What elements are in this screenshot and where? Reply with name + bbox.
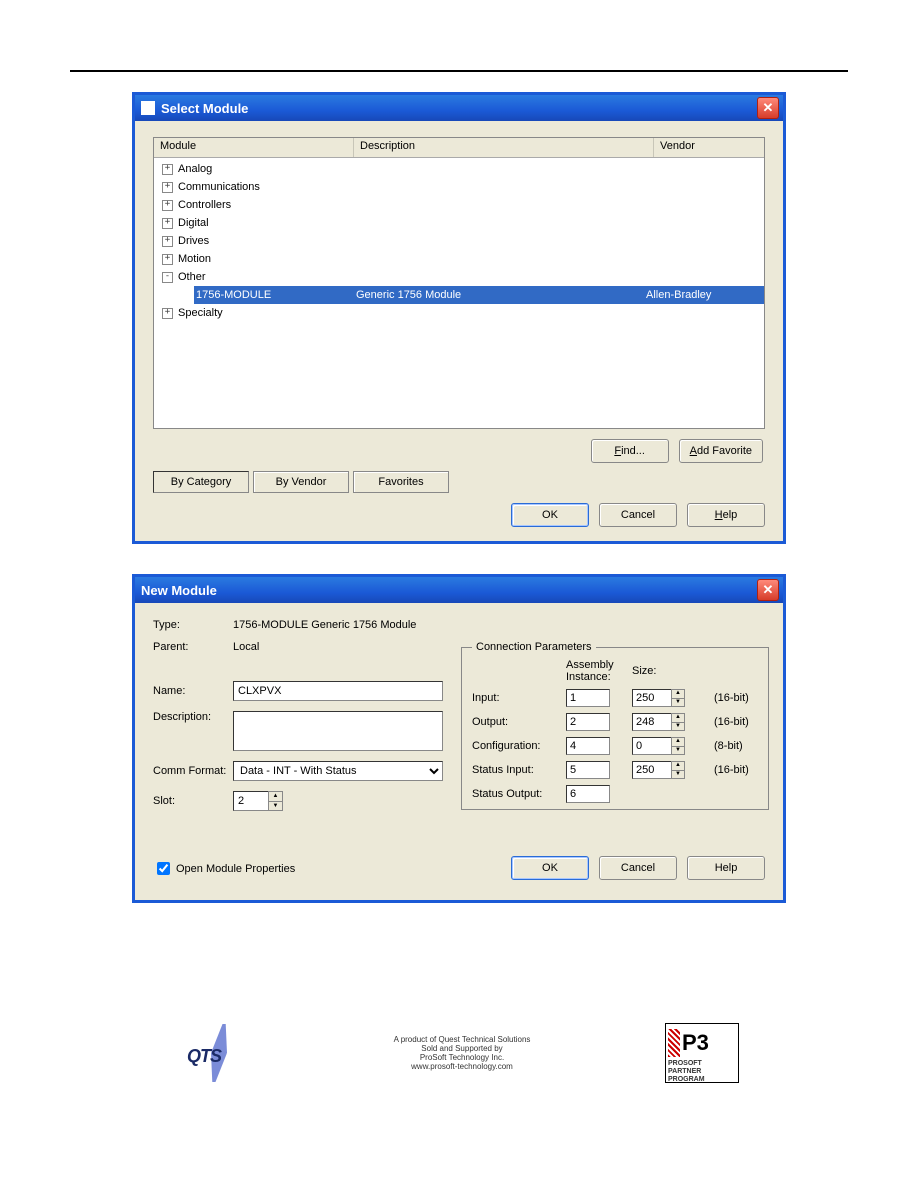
tree-node-drives[interactable]: +Drives bbox=[154, 232, 764, 250]
tree-node-analog[interactable]: +Analog bbox=[154, 160, 764, 178]
expand-icon[interactable]: + bbox=[162, 182, 173, 193]
module-description: Generic 1756 Module bbox=[356, 289, 646, 301]
hdr-assembly-instance: Assembly Instance: bbox=[566, 659, 624, 683]
slot-stepper[interactable]: ▲▼ bbox=[233, 791, 283, 811]
expand-icon[interactable]: + bbox=[162, 164, 173, 175]
tab-favorites[interactable]: Favorites bbox=[353, 471, 449, 493]
spin-down-icon[interactable]: ▼ bbox=[269, 802, 282, 811]
label-configuration: Configuration: bbox=[472, 740, 558, 752]
status-input-size-stepper[interactable]: ▲▼ bbox=[632, 761, 706, 779]
label-input: Input: bbox=[472, 692, 558, 704]
config-unit: (8-bit) bbox=[714, 740, 758, 752]
qts-logo: QTS bbox=[179, 1028, 259, 1078]
input-unit: (16-bit) bbox=[714, 692, 758, 704]
output-size-stepper[interactable]: ▲▼ bbox=[632, 713, 706, 731]
open-module-properties-input[interactable] bbox=[157, 862, 170, 875]
connection-parameters-group: Connection Parameters Assembly Instance:… bbox=[461, 641, 769, 810]
expand-icon[interactable]: + bbox=[162, 200, 173, 211]
input-size-stepper[interactable]: ▲▼ bbox=[632, 689, 706, 707]
new-module-title: New Module bbox=[141, 583, 217, 598]
tree-node-controllers[interactable]: +Controllers bbox=[154, 196, 764, 214]
cancel-button[interactable]: Cancel bbox=[599, 856, 677, 880]
description-field[interactable] bbox=[233, 711, 443, 751]
close-icon[interactable]: ✕ bbox=[757, 97, 779, 119]
status-input-unit: (16-bit) bbox=[714, 764, 758, 776]
tree-node-communications[interactable]: +Communications bbox=[154, 178, 764, 196]
page-footer: QTS A product of Quest Technical Solutio… bbox=[179, 1023, 739, 1083]
config-instance-field[interactable] bbox=[566, 737, 610, 755]
status-output-instance-field[interactable] bbox=[566, 785, 610, 803]
module-list-panel: Module Description Vendor +Analog +Commu… bbox=[153, 137, 765, 429]
footer-text: A product of Quest Technical Solutions S… bbox=[394, 1035, 531, 1071]
expand-icon[interactable]: + bbox=[162, 308, 173, 319]
label-name: Name: bbox=[153, 685, 233, 697]
col-module[interactable]: Module bbox=[154, 138, 354, 157]
label-slot: Slot: bbox=[153, 795, 233, 807]
dialog-icon bbox=[141, 101, 155, 115]
input-instance-field[interactable] bbox=[566, 689, 610, 707]
p3-logo: P3 PROSOFT PARTNER PROGRAM bbox=[665, 1023, 739, 1083]
tree-node-specialty[interactable]: +Specialty bbox=[154, 304, 764, 322]
expand-icon[interactable]: + bbox=[162, 236, 173, 247]
tree-node-motion[interactable]: +Motion bbox=[154, 250, 764, 268]
label-type: Type: bbox=[153, 619, 233, 631]
col-vendor[interactable]: Vendor bbox=[654, 138, 764, 157]
label-comm-format: Comm Format: bbox=[153, 765, 233, 777]
ok-button[interactable]: OK bbox=[511, 503, 589, 527]
label-status-input: Status Input: bbox=[472, 764, 558, 776]
hdr-size: Size: bbox=[632, 665, 706, 677]
tree-leaf-1756-module[interactable]: 1756-MODULE Generic 1756 Module Allen-Br… bbox=[194, 286, 764, 304]
close-icon[interactable]: ✕ bbox=[757, 579, 779, 601]
tab-by-category[interactable]: By Category bbox=[153, 471, 249, 493]
tab-by-vendor[interactable]: By Vendor bbox=[253, 471, 349, 493]
select-module-dialog: Select Module ✕ Module Description Vendo… bbox=[132, 92, 786, 544]
add-favorite-button[interactable]: Add Favorite bbox=[679, 439, 763, 463]
module-vendor: Allen-Bradley bbox=[646, 289, 764, 301]
label-parent: Parent: bbox=[153, 641, 233, 653]
col-description[interactable]: Description bbox=[354, 138, 654, 157]
name-field[interactable] bbox=[233, 681, 443, 701]
new-module-titlebar: New Module ✕ bbox=[135, 577, 783, 603]
output-instance-field[interactable] bbox=[566, 713, 610, 731]
value-type: 1756-MODULE Generic 1756 Module bbox=[233, 619, 416, 631]
module-tree[interactable]: +Analog +Communications +Controllers +Di… bbox=[154, 158, 764, 324]
label-status-output: Status Output: bbox=[472, 788, 558, 800]
help-button[interactable]: Help bbox=[687, 503, 765, 527]
cancel-button[interactable]: Cancel bbox=[599, 503, 677, 527]
open-module-properties-checkbox[interactable]: Open Module Properties bbox=[153, 859, 295, 878]
label-output: Output: bbox=[472, 716, 558, 728]
expand-icon[interactable]: + bbox=[162, 218, 173, 229]
slot-input[interactable] bbox=[233, 791, 269, 811]
tree-node-other[interactable]: -Other bbox=[154, 268, 764, 286]
output-unit: (16-bit) bbox=[714, 716, 758, 728]
ok-button[interactable]: OK bbox=[511, 856, 589, 880]
tree-node-digital[interactable]: +Digital bbox=[154, 214, 764, 232]
comm-format-select[interactable]: Data - INT - With Status bbox=[233, 761, 443, 781]
select-module-titlebar: Select Module ✕ bbox=[135, 95, 783, 121]
legend-conn-params: Connection Parameters bbox=[472, 641, 596, 653]
status-input-instance-field[interactable] bbox=[566, 761, 610, 779]
help-button[interactable]: Help bbox=[687, 856, 765, 880]
module-name: 1756-MODULE bbox=[194, 289, 356, 301]
select-module-title: Select Module bbox=[161, 101, 248, 116]
label-description: Description: bbox=[153, 711, 233, 723]
new-module-dialog: New Module ✕ Type: 1756-MODULE Generic 1… bbox=[132, 574, 786, 903]
value-parent: Local bbox=[233, 641, 259, 653]
expand-icon[interactable]: + bbox=[162, 254, 173, 265]
collapse-icon[interactable]: - bbox=[162, 272, 173, 283]
spin-up-icon[interactable]: ▲ bbox=[269, 792, 282, 802]
config-size-stepper[interactable]: ▲▼ bbox=[632, 737, 706, 755]
find-button[interactable]: Find... bbox=[591, 439, 669, 463]
module-list-header: Module Description Vendor bbox=[154, 138, 764, 158]
